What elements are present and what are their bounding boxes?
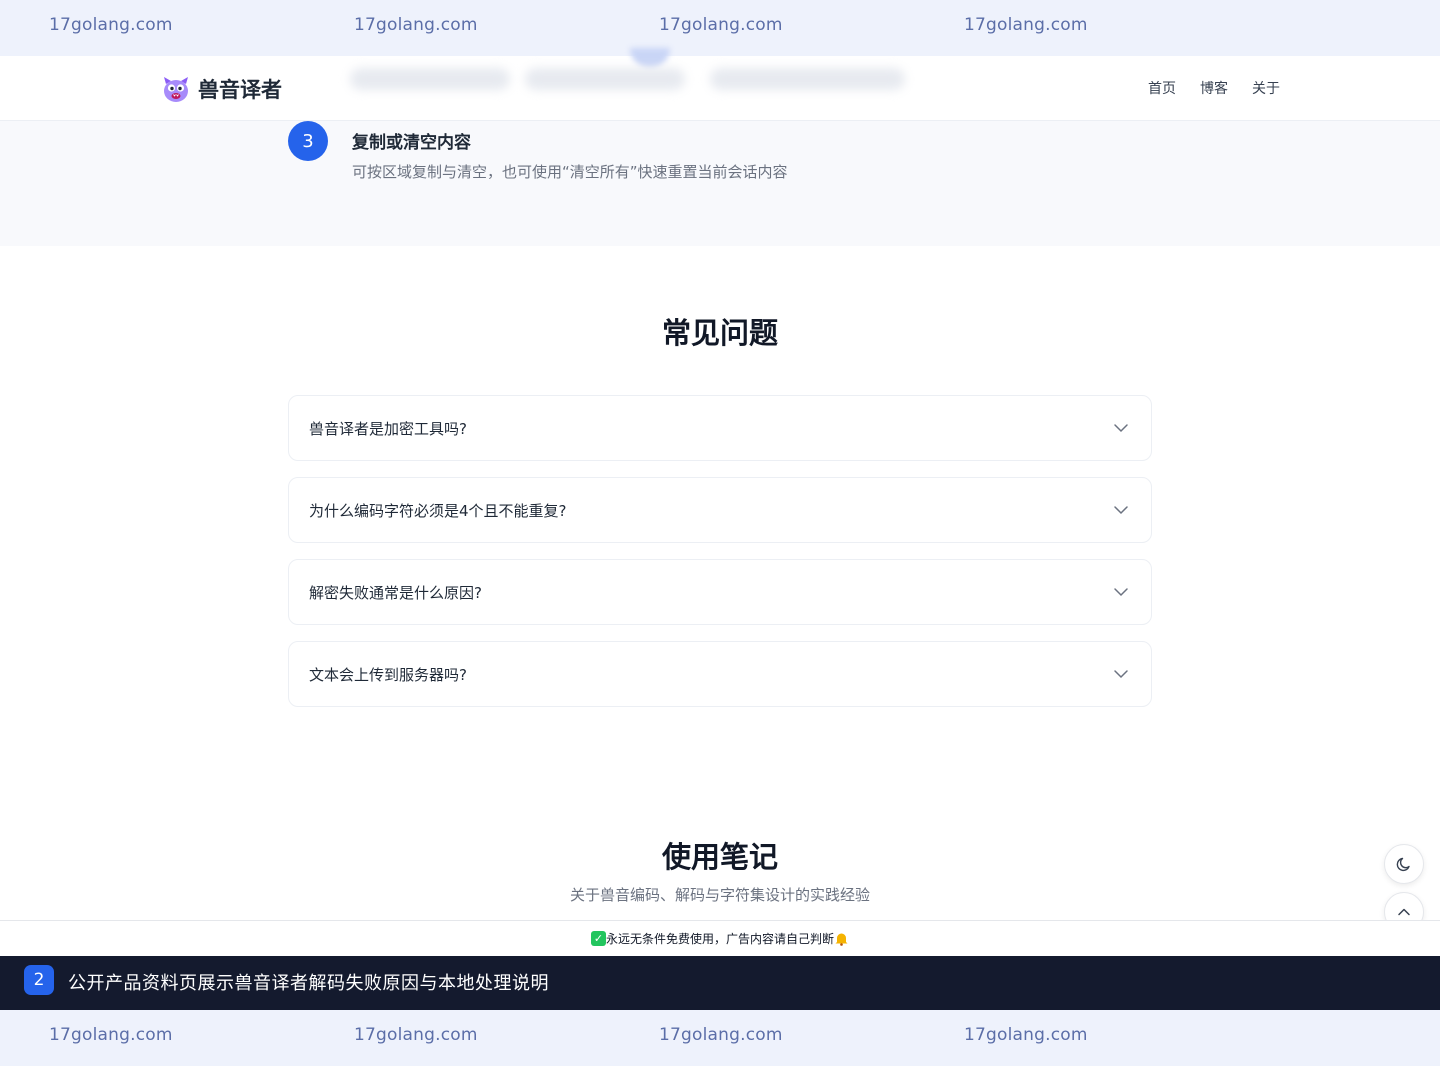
blurred-content xyxy=(340,48,920,98)
watermark-text: 17golang.com xyxy=(964,15,1088,35)
chevron-down-icon xyxy=(1114,424,1128,433)
watermark-text: 17golang.com xyxy=(659,1025,783,1045)
watermark-text: 17golang.com xyxy=(354,1025,478,1045)
watermark-bar-bottom: 17golang.com 17golang.com 17golang.com 1… xyxy=(0,1010,1440,1066)
watermark-text: 17golang.com xyxy=(964,1025,1088,1045)
notes-subtitle: 关于兽音编码、解码与字符集设计的实践经验 xyxy=(569,886,870,904)
chevron-down-icon xyxy=(1114,588,1128,597)
faq-question: 兽音译者是加密工具吗? xyxy=(309,420,467,438)
site-header: 兽音译者 首页 博客 关于 xyxy=(0,48,1440,121)
watermark-bar-top: 17golang.com 17golang.com 17golang.com 1… xyxy=(0,0,1440,56)
site-logo[interactable]: 兽音译者 xyxy=(162,74,282,104)
notice-text: 永远无条件免费使用，广告内容请自己判断 xyxy=(605,932,834,946)
faq-item[interactable]: 解密失败通常是什么原因? xyxy=(288,559,1152,625)
caption-text: 公开产品资料页展示兽音译者解码失败原因与本地处理说明 xyxy=(68,973,549,994)
faq-question: 为什么编码字符必须是4个且不能重复? xyxy=(309,502,567,520)
watermark-text: 17golang.com xyxy=(354,15,478,35)
caption-number-badge: 2 xyxy=(24,965,54,995)
main-nav: 首页 博客 关于 xyxy=(1148,78,1280,98)
chevron-down-icon xyxy=(1114,506,1128,515)
faq-item[interactable]: 文本会上传到服务器吗? xyxy=(288,641,1152,707)
faq-item[interactable]: 为什么编码字符必须是4个且不能重复? xyxy=(288,477,1152,543)
faq-question: 解密失败通常是什么原因? xyxy=(309,584,482,602)
chevron-up-icon xyxy=(1398,908,1410,916)
watermark-text: 17golang.com xyxy=(659,15,783,35)
check-mark-icon: ✓ xyxy=(590,931,606,946)
watermark-text: 17golang.com xyxy=(49,1025,173,1045)
notes-heading: 使用笔记 xyxy=(661,840,778,874)
faq-item[interactable]: 兽音译者是加密工具吗? xyxy=(288,395,1152,461)
moon-icon xyxy=(1396,857,1410,872)
step-title: 复制或清空内容 xyxy=(352,133,471,153)
chevron-down-icon xyxy=(1114,670,1128,679)
step-number-badge: 3 xyxy=(288,121,328,161)
nav-item-blog[interactable]: 博客 xyxy=(1200,78,1228,98)
watermark-text: 17golang.com xyxy=(49,15,173,35)
bell-icon xyxy=(835,933,848,946)
caption-bar: 2 公开产品资料页展示兽音译者解码失败原因与本地处理说明 xyxy=(0,956,1440,1010)
step-description: 可按区域复制与清空，也可使用“清空所有”快速重置当前会话内容 xyxy=(352,163,788,181)
faq-question: 文本会上传到服务器吗? xyxy=(309,666,467,684)
notice-bar: ✓ 永远无条件免费使用，广告内容请自己判断 xyxy=(0,920,1440,956)
nav-item-about[interactable]: 关于 xyxy=(1252,78,1280,98)
faq-heading: 常见问题 xyxy=(661,316,778,350)
monster-logo-icon xyxy=(164,77,188,102)
logo-text: 兽音译者 xyxy=(198,78,282,102)
nav-item-home[interactable]: 首页 xyxy=(1148,78,1176,98)
dark-mode-toggle[interactable] xyxy=(1384,844,1424,884)
steps-section: 3 复制或清空内容 可按区域复制与清空，也可使用“清空所有”快速重置当前会话内容 xyxy=(0,121,1440,246)
